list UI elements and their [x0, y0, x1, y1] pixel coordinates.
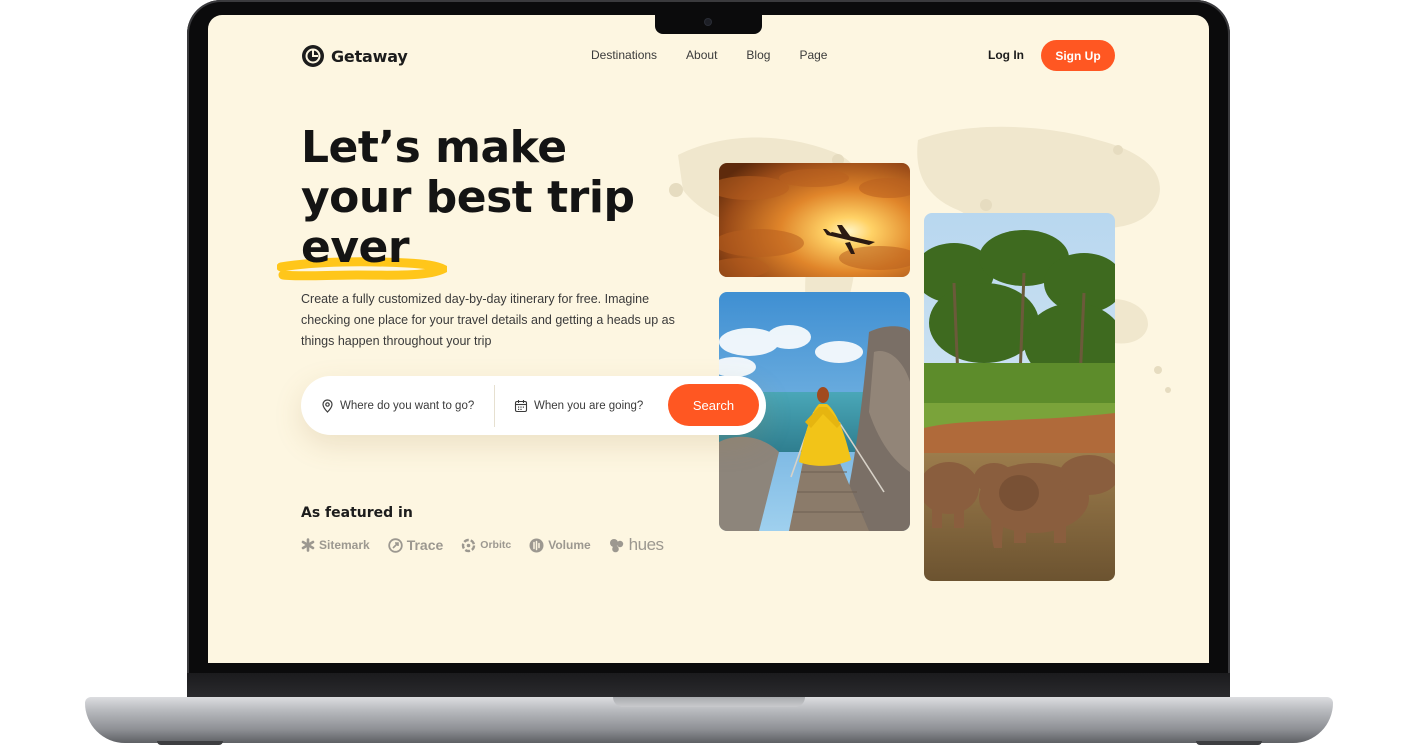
brand-label: hues [628, 535, 664, 554]
brand-label: Orbitc [480, 539, 512, 551]
brand-trace: Trace [388, 537, 444, 553]
trace-logo-icon [388, 537, 403, 553]
location-pin-icon [322, 398, 333, 413]
calendar-icon [514, 399, 528, 412]
hero-title-highlight: ever [301, 222, 410, 273]
volume-logo-icon [529, 538, 544, 552]
laptop-foot [157, 741, 223, 745]
brand-logo[interactable]: Getaway [301, 44, 408, 68]
nav-link-destinations[interactable]: Destinations [591, 48, 657, 62]
destination-field[interactable]: Where do you want to go? [321, 376, 474, 435]
hues-logo-icon [609, 538, 623, 552]
main-nav: Destinations About Blog Page [591, 48, 827, 62]
hero-title: Let’s make your best trip ever [301, 123, 721, 273]
brand-orbitc: Orbitc [461, 538, 511, 553]
hero-title-line: Let’s make [301, 122, 567, 173]
brand-sitemark: Sitemark [301, 538, 370, 552]
brand-label: Trace [406, 537, 444, 553]
destination-placeholder: Where do you want to go? [340, 399, 475, 412]
laptop-foot [1196, 741, 1262, 745]
date-placeholder: When you are going? [534, 399, 644, 412]
date-field[interactable]: When you are going? [514, 376, 643, 435]
elephants-river-image [924, 213, 1115, 581]
search-divider [494, 385, 495, 427]
search-bar: Where do you want to go? When you are go… [301, 376, 766, 435]
nav-link-page[interactable]: Page [799, 48, 827, 62]
camera-icon [705, 19, 711, 25]
brand-hues: hues [609, 535, 664, 555]
search-button[interactable]: Search [668, 384, 759, 426]
nav-link-blog[interactable]: Blog [746, 48, 770, 62]
orbitc-logo-icon [462, 538, 476, 552]
photo-elephants-river [924, 213, 1115, 581]
laptop-base [85, 697, 1333, 743]
camera-notch [655, 14, 762, 34]
airplane-sunset-image [719, 163, 910, 277]
nav-link-about[interactable]: About [686, 48, 717, 62]
website-screen: Getaway Destinations About Blog Page Log… [208, 15, 1209, 663]
signup-button[interactable]: Sign Up [1041, 40, 1115, 71]
brand-label: Sitemark [319, 538, 370, 552]
base-opening [613, 697, 805, 707]
logo-globe-icon [302, 45, 324, 67]
hero-title-line: your best trip [301, 172, 635, 223]
login-link[interactable]: Log In [988, 48, 1024, 62]
sitemark-logo-icon [301, 538, 315, 552]
photo-airplane-sunset [719, 163, 910, 277]
hero-description: Create a fully customized day-by-day iti… [301, 292, 675, 348]
brand-name: Getaway [331, 46, 408, 66]
laptop-bottom-bezel [187, 673, 1230, 697]
brand-volume: Volume [529, 538, 591, 553]
featured-brands: Sitemark Trace Orbitc Volume hues [301, 535, 664, 555]
featured-title: As featured in [301, 505, 413, 521]
brand-label: Volume [548, 538, 591, 552]
